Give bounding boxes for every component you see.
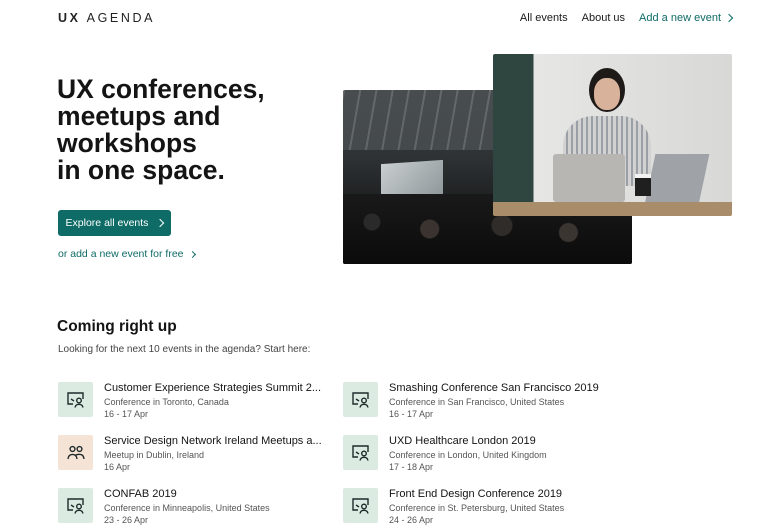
explore-events-button[interactable]: Explore all events	[58, 210, 171, 236]
explore-events-label: Explore all events	[65, 217, 149, 229]
event-item[interactable]: CONFAB 2019 Conference in Minneapolis, U…	[58, 488, 328, 528]
presentation-person-icon	[343, 435, 378, 470]
woman-laptop-photo	[493, 54, 732, 216]
chevron-right-icon	[724, 13, 734, 23]
logo-text: AGENDA	[86, 11, 156, 25]
event-item[interactable]: Smashing Conference San Francisco 2019 C…	[343, 382, 613, 422]
section-subtitle: Looking for the next 10 events in the ag…	[58, 344, 311, 355]
event-name[interactable]: Front End Design Conference 2019	[389, 488, 609, 500]
event-date: 16 - 17 Apr	[389, 409, 434, 419]
event-item[interactable]: Front End Design Conference 2019 Confere…	[343, 488, 613, 528]
event-meta: Conference in Toronto, Canada	[104, 397, 229, 407]
event-meta: Meetup in Dublin, Ireland	[104, 450, 205, 460]
event-date: 16 Apr	[104, 462, 131, 472]
nav-all-events[interactable]: All events	[520, 12, 568, 24]
event-name[interactable]: CONFAB 2019	[104, 488, 324, 500]
add-event-free-link[interactable]: or add a new event for free	[58, 248, 196, 260]
event-date: 17 - 18 Apr	[389, 462, 434, 472]
event-date: 24 - 26 Apr	[389, 515, 434, 525]
hero-title: UX conferences, meetups and workshops in…	[57, 76, 327, 184]
hero-title-line: workshops	[57, 128, 197, 158]
event-item[interactable]: Service Design Network Ireland Meetups a…	[58, 435, 328, 475]
add-event-free-label: or add a new event for free	[58, 248, 184, 260]
event-name[interactable]: Service Design Network Ireland Meetups a…	[104, 435, 324, 447]
event-name[interactable]: Customer Experience Strategies Summit 2.…	[104, 382, 324, 394]
hero-title-line: UX conferences,	[57, 74, 265, 104]
event-name[interactable]: Smashing Conference San Francisco 2019	[389, 382, 609, 394]
nav-add-event-label: Add a new event	[639, 12, 721, 24]
event-date: 23 - 26 Apr	[104, 515, 149, 525]
chevron-right-icon	[188, 250, 196, 258]
event-name[interactable]: UXD Healthcare London 2019	[389, 435, 609, 447]
people-group-icon	[58, 435, 93, 470]
presentation-person-icon	[58, 382, 93, 417]
hero-title-line: meetups and	[57, 101, 221, 131]
presentation-person-icon	[343, 488, 378, 523]
nav-add-event[interactable]: Add a new event	[639, 12, 734, 24]
nav-about-us[interactable]: About us	[582, 12, 625, 24]
top-nav: All events About us Add a new event	[520, 12, 734, 24]
presentation-person-icon	[58, 488, 93, 523]
chevron-right-icon	[156, 218, 165, 228]
presentation-person-icon	[343, 382, 378, 417]
hero-title-line: in one space.	[57, 155, 225, 185]
event-date: 16 - 17 Apr	[104, 409, 149, 419]
logo[interactable]: UX AGENDA	[58, 11, 155, 25]
event-meta: Conference in London, United Kingdom	[389, 450, 547, 460]
logo-bold: UX	[58, 11, 81, 25]
event-item[interactable]: UXD Healthcare London 2019 Conference in…	[343, 435, 613, 475]
section-title: Coming right up	[57, 318, 177, 335]
event-item[interactable]: Customer Experience Strategies Summit 2.…	[58, 382, 328, 422]
event-meta: Conference in San Francisco, United Stat…	[389, 397, 565, 407]
event-meta: Conference in Minneapolis, United States	[104, 503, 270, 513]
event-meta: Conference in St. Petersburg, United Sta…	[389, 503, 565, 513]
